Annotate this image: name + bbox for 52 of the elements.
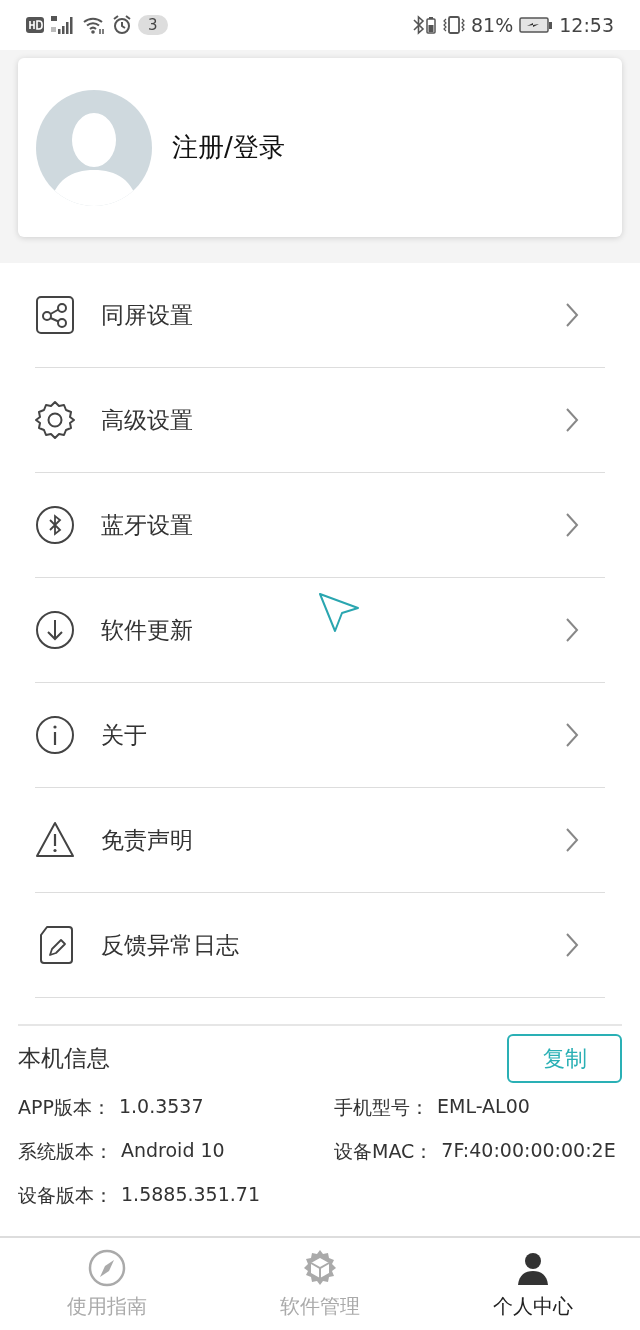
menu-item-label: 蓝牙设置 xyxy=(101,510,194,540)
info-value: 1.0.3537 xyxy=(118,1095,204,1119)
info-value: 1.5885.351.71 xyxy=(121,1183,260,1207)
settings-icon xyxy=(35,400,75,440)
menu-item[interactable]: 同屏设置 xyxy=(35,263,605,368)
info-icon xyxy=(35,715,75,755)
hd-icon xyxy=(26,17,44,33)
bluetooth-battery-icon xyxy=(413,15,437,35)
chevron-right-icon xyxy=(565,722,579,748)
menu-item-label: 反馈异常日志 xyxy=(101,930,240,960)
vibrate-icon xyxy=(443,15,465,35)
battery-charging-icon xyxy=(519,16,554,34)
warning-icon xyxy=(35,820,75,860)
section-title: 本机信息 xyxy=(18,1044,110,1073)
menu-item[interactable]: 蓝牙设置 xyxy=(35,473,605,578)
compass-icon xyxy=(87,1248,126,1287)
menu-item-label: 免责声明 xyxy=(101,825,194,855)
info-label: 系统版本： xyxy=(18,1139,113,1164)
cursor-icon xyxy=(318,592,360,634)
wifi-icon xyxy=(82,15,106,35)
info-value: EML-AL00 xyxy=(437,1095,530,1119)
cellular-signal-icon xyxy=(50,15,76,35)
menu-item[interactable]: 关于 xyxy=(35,683,605,788)
share-icon xyxy=(35,295,75,335)
info-label: 设备MAC： xyxy=(334,1139,434,1164)
battery-percentage: 81% xyxy=(471,14,514,36)
chevron-right-icon xyxy=(565,512,579,538)
bluetooth-icon xyxy=(35,505,75,545)
nav-tab[interactable]: 个人中心 xyxy=(426,1238,640,1330)
clock-time: 12:53 xyxy=(559,14,614,36)
notification-count: 3 xyxy=(138,15,168,35)
chevron-right-icon xyxy=(565,407,579,433)
menu-item[interactable]: 反馈异常日志 xyxy=(35,893,605,998)
info-label: 设备版本： xyxy=(18,1183,113,1208)
login-link[interactable]: 注册/登录 xyxy=(172,130,285,165)
menu-item-label: 软件更新 xyxy=(101,615,194,645)
chevron-right-icon xyxy=(565,932,579,958)
info-label: APP版本： xyxy=(18,1095,111,1120)
menu-item-label: 关于 xyxy=(101,720,148,750)
menu-item[interactable]: 免责声明 xyxy=(35,788,605,893)
chevron-right-icon xyxy=(565,302,579,328)
chevron-right-icon xyxy=(565,827,579,853)
profile-card[interactable]: 注册/登录 xyxy=(18,58,622,237)
menu-item[interactable]: 高级设置 xyxy=(35,368,605,473)
alarm-icon xyxy=(112,15,132,35)
download-icon xyxy=(35,610,75,650)
info-value: Android 10 xyxy=(121,1139,225,1163)
info-label: 手机型号： xyxy=(334,1095,429,1120)
chevron-right-icon xyxy=(565,617,579,643)
menu-item-label: 同屏设置 xyxy=(101,300,194,330)
info-value: 7F:40:00:00:00:2E xyxy=(441,1139,616,1163)
menu-item-label: 高级设置 xyxy=(101,405,194,435)
